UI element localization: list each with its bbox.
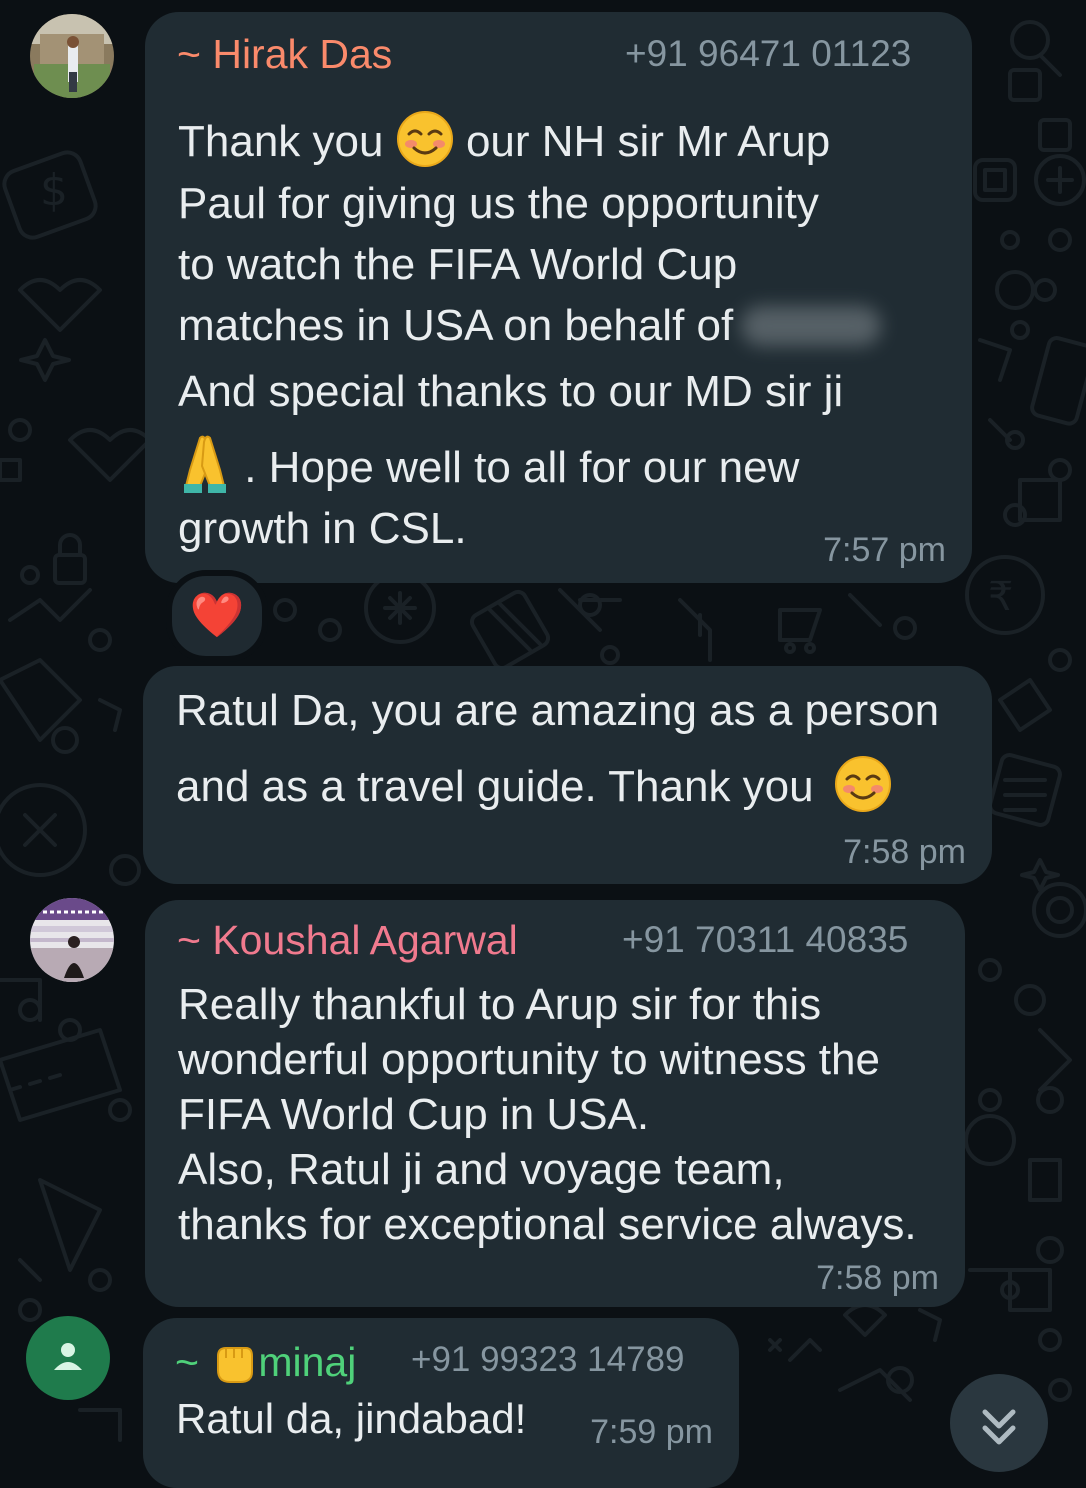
message-text-line: Also, Ratul ji and voyage team, xyxy=(178,1145,785,1194)
folded-hands-emoji-icon xyxy=(184,435,226,493)
message-text-line: wonderful opportunity to witness the xyxy=(178,1035,880,1084)
sender-phone: +91 99323 14789 xyxy=(411,1340,685,1379)
message-bubble-continuation[interactable]: Ratul Da, you are amazing as a person an… xyxy=(143,666,992,884)
message-text-line: our NH sir Mr Arup xyxy=(465,117,831,166)
sender-name-text: minaj xyxy=(258,1339,357,1385)
message-text-line: thanks for exceptional service always. xyxy=(178,1200,917,1249)
avatar-hirak-das[interactable] xyxy=(30,14,114,98)
message-text-line: Ratul da, jindabad! xyxy=(176,1395,527,1442)
message-bubble-hirak-das[interactable]: ~ Hirak Das +91 96471 01123 Thank you ou… xyxy=(145,12,972,583)
message-text-line: matches in USA on behalf of xyxy=(178,301,734,350)
sender-phone: +91 70311 40835 xyxy=(622,919,909,960)
message-text-line: and as a travel guide. Thank you xyxy=(176,762,814,811)
avatar-default[interactable] xyxy=(26,1316,110,1400)
chevron-double-down-icon xyxy=(982,1409,1016,1445)
sender-name[interactable]: ~ Koushal Agarwal xyxy=(177,916,518,964)
heart-reaction-icon: ❤️ xyxy=(189,591,245,640)
message-text-line: Ratul Da, you are amazing as a person xyxy=(176,686,940,735)
smiling-face-emoji-icon xyxy=(396,111,453,167)
sender-name[interactable]: ~ Hirak Das xyxy=(177,30,392,78)
scroll-to-bottom-button[interactable] xyxy=(950,1374,1048,1472)
message-text-line: And special thanks to our MD sir ji xyxy=(178,367,844,416)
avatar-koushal-agarwal[interactable] xyxy=(30,898,114,982)
sender-prefix: ~ xyxy=(175,1339,199,1385)
message-text-line: . Hope well to all for our new xyxy=(244,443,800,492)
sender-name[interactable]: ~ minaj xyxy=(175,1336,356,1386)
raised-fist-emoji-icon xyxy=(217,1347,254,1383)
redacted-text xyxy=(741,306,882,346)
person-icon xyxy=(54,1343,82,1370)
reaction-badge[interactable]: ❤️ xyxy=(166,570,268,662)
message-time: 7:58 pm xyxy=(816,1259,939,1297)
avatar-photo-icon xyxy=(30,14,114,98)
message-text-line: Thank you xyxy=(178,117,384,166)
message-bubble-minaj[interactable]: ~ minaj +91 99323 14789 Ratul da, jindab… xyxy=(143,1318,739,1488)
message-text-line: Really thankful to Arup sir for this xyxy=(178,980,822,1029)
message-time: 7:58 pm xyxy=(843,833,966,871)
message-text-line: Paul for giving us the opportunity xyxy=(178,179,819,228)
svg-text:$: $ xyxy=(40,165,68,216)
sender-phone: +91 96471 01123 xyxy=(625,33,912,74)
message-time: 7:57 pm xyxy=(823,531,946,569)
message-time: 7:59 pm xyxy=(590,1413,713,1451)
avatar-photo-icon xyxy=(30,898,114,982)
svg-text:₹: ₹ xyxy=(988,574,1013,620)
message-bubble-koushal-agarwal[interactable]: ~ Koushal Agarwal +91 70311 40835 Really… xyxy=(145,900,965,1307)
message-text-line: to watch the FIFA World Cup xyxy=(178,240,738,289)
smiling-face-emoji-icon xyxy=(834,756,891,812)
message-text-line: growth in CSL. xyxy=(178,504,467,553)
message-text-line: FIFA World Cup in USA. xyxy=(178,1090,650,1139)
